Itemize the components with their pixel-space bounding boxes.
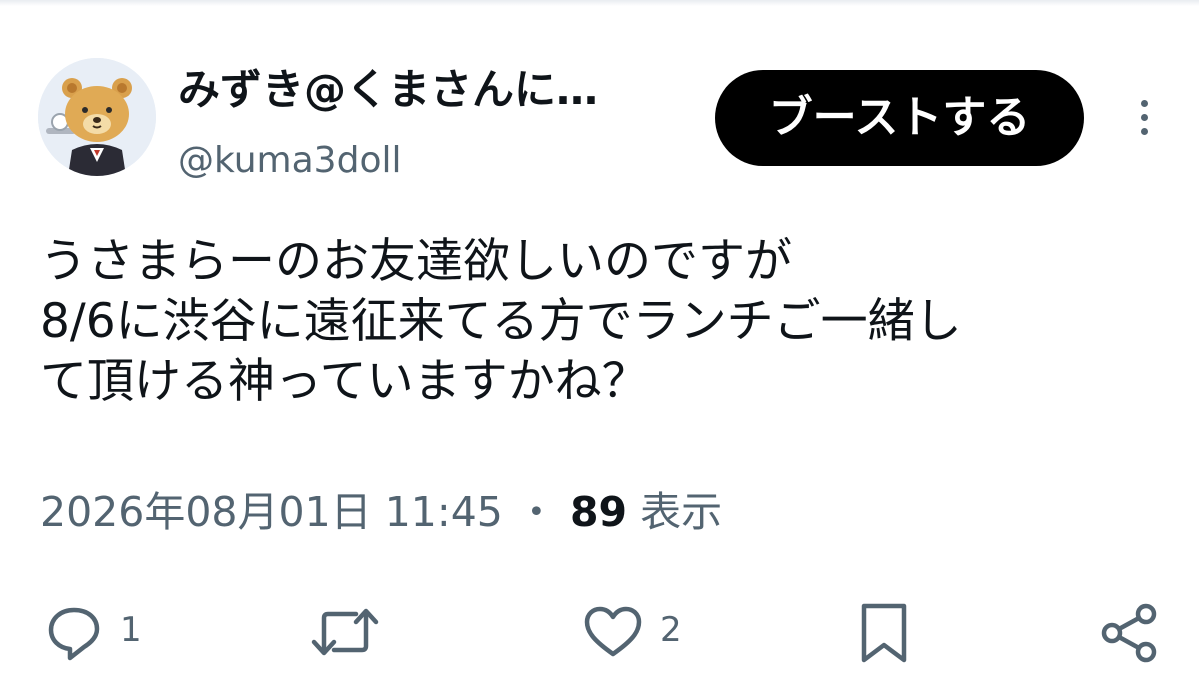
reply-icon <box>48 607 100 661</box>
more-dot <box>1141 128 1148 135</box>
more-options-button[interactable] <box>1124 96 1164 140</box>
post-text-line: て頂ける神っていますかね？ <box>40 354 649 409</box>
bookmark-button[interactable] <box>856 598 916 668</box>
share-icon <box>1101 603 1157 663</box>
avatar[interactable] <box>38 58 156 176</box>
more-dot <box>1141 114 1148 121</box>
display-name[interactable]: みずき@くまさんに… <box>178 62 698 118</box>
user-handle[interactable]: @kuma3doll <box>178 136 401 186</box>
views-label: 表示 <box>640 488 723 536</box>
repost-icon <box>311 608 379 656</box>
heart-icon <box>584 606 642 657</box>
top-divider <box>0 0 1199 6</box>
action-bar: 1 2 <box>0 598 1199 668</box>
meta-separator: ・ <box>515 488 557 536</box>
bookmark-icon <box>861 603 907 663</box>
share-button[interactable] <box>1098 598 1162 668</box>
boost-button[interactable]: ブーストする <box>715 70 1084 166</box>
like-count: 2 <box>660 610 682 650</box>
post-text-line: うさまらーのお友達欲しいのですが <box>40 234 792 289</box>
post-text: うさまらーのお友達欲しいのですが 8/6に渋谷に遠征来てる方でランチご一緒し て… <box>40 232 1180 412</box>
post-timestamp[interactable]: 2026年08月01日 11:45 <box>40 488 503 536</box>
views-count: 89 <box>569 488 628 536</box>
reply-button[interactable]: 1 <box>44 598 154 668</box>
post-detail: みずき@くまさんに… @kuma3doll ブーストする うさまらーのお友達欲し… <box>0 0 1199 692</box>
bear-avatar-icon <box>38 58 156 176</box>
reply-count: 1 <box>120 610 142 650</box>
more-dot <box>1141 100 1148 107</box>
post-text-line: 8/6に渋谷に遠征来てる方でランチご一緒し <box>40 294 962 349</box>
like-button[interactable]: 2 <box>582 598 692 668</box>
post-meta: 2026年08月01日 11:45 ・ 89 表示 <box>40 484 722 540</box>
repost-button[interactable] <box>310 598 390 668</box>
